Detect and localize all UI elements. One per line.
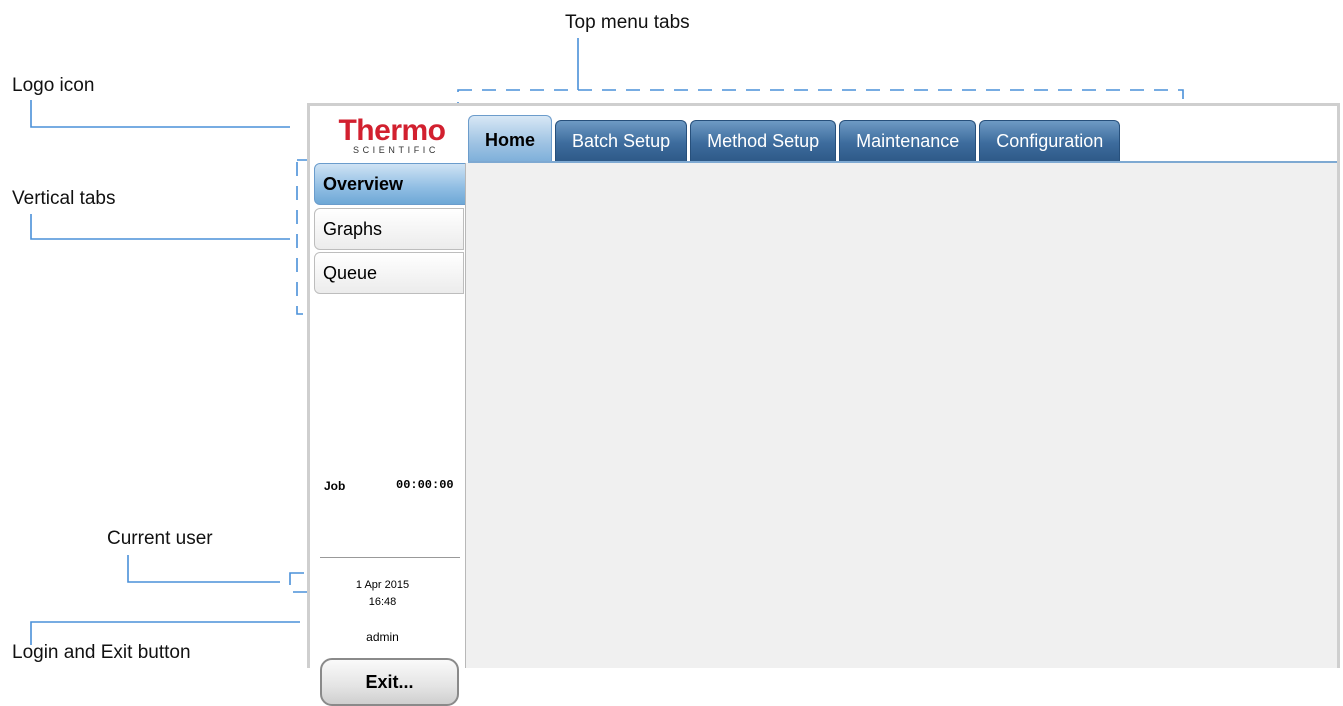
app-window: Thermo SCIENTIFIC Home Batch Setup Metho… — [307, 103, 1340, 706]
tab-method-setup[interactable]: Method Setup — [690, 120, 837, 161]
current-time: 16:48 — [368, 596, 397, 608]
current-date: 1 Apr 2015 — [355, 579, 410, 591]
tab-maintenance[interactable]: Maintenance — [839, 120, 977, 161]
callout-vertical-tabs-line — [30, 214, 290, 240]
thermo-logo-icon: Thermo SCIENTIFIC — [322, 114, 462, 156]
tab-batch-setup[interactable]: Batch Setup — [555, 120, 688, 161]
main-content-area — [465, 163, 1337, 668]
job-timer: 00:00:00 — [396, 478, 454, 492]
side-tab-overview[interactable]: Overview — [314, 163, 466, 205]
job-label: Job — [324, 479, 346, 493]
top-menu-tabs: Home Batch Setup Method Setup Maintenanc… — [468, 114, 1123, 161]
current-user: admin — [366, 630, 399, 644]
exit-button[interactable]: Exit... — [320, 658, 459, 706]
tab-configuration[interactable]: Configuration — [979, 120, 1121, 161]
callout-logo-line — [30, 100, 290, 128]
sidebar-divider — [320, 557, 460, 558]
logo-wordmark: Thermo — [338, 114, 446, 147]
side-tab-queue[interactable]: Queue — [314, 252, 464, 294]
callout-current-user-line — [127, 555, 280, 583]
annotation-login-exit: Login and Exit button — [12, 642, 191, 663]
annotation-current-user: Current user — [107, 528, 213, 549]
annotation-logo-icon: Logo icon — [12, 75, 95, 96]
sidebar: Overview Graphs Queue Job 00:00:00 1 Apr… — [310, 161, 466, 706]
side-tab-graphs[interactable]: Graphs — [314, 208, 464, 250]
tab-home[interactable]: Home — [468, 115, 553, 161]
annotation-vertical-tabs: Vertical tabs — [12, 188, 116, 209]
annotation-top-menu-tabs: Top menu tabs — [565, 12, 690, 33]
